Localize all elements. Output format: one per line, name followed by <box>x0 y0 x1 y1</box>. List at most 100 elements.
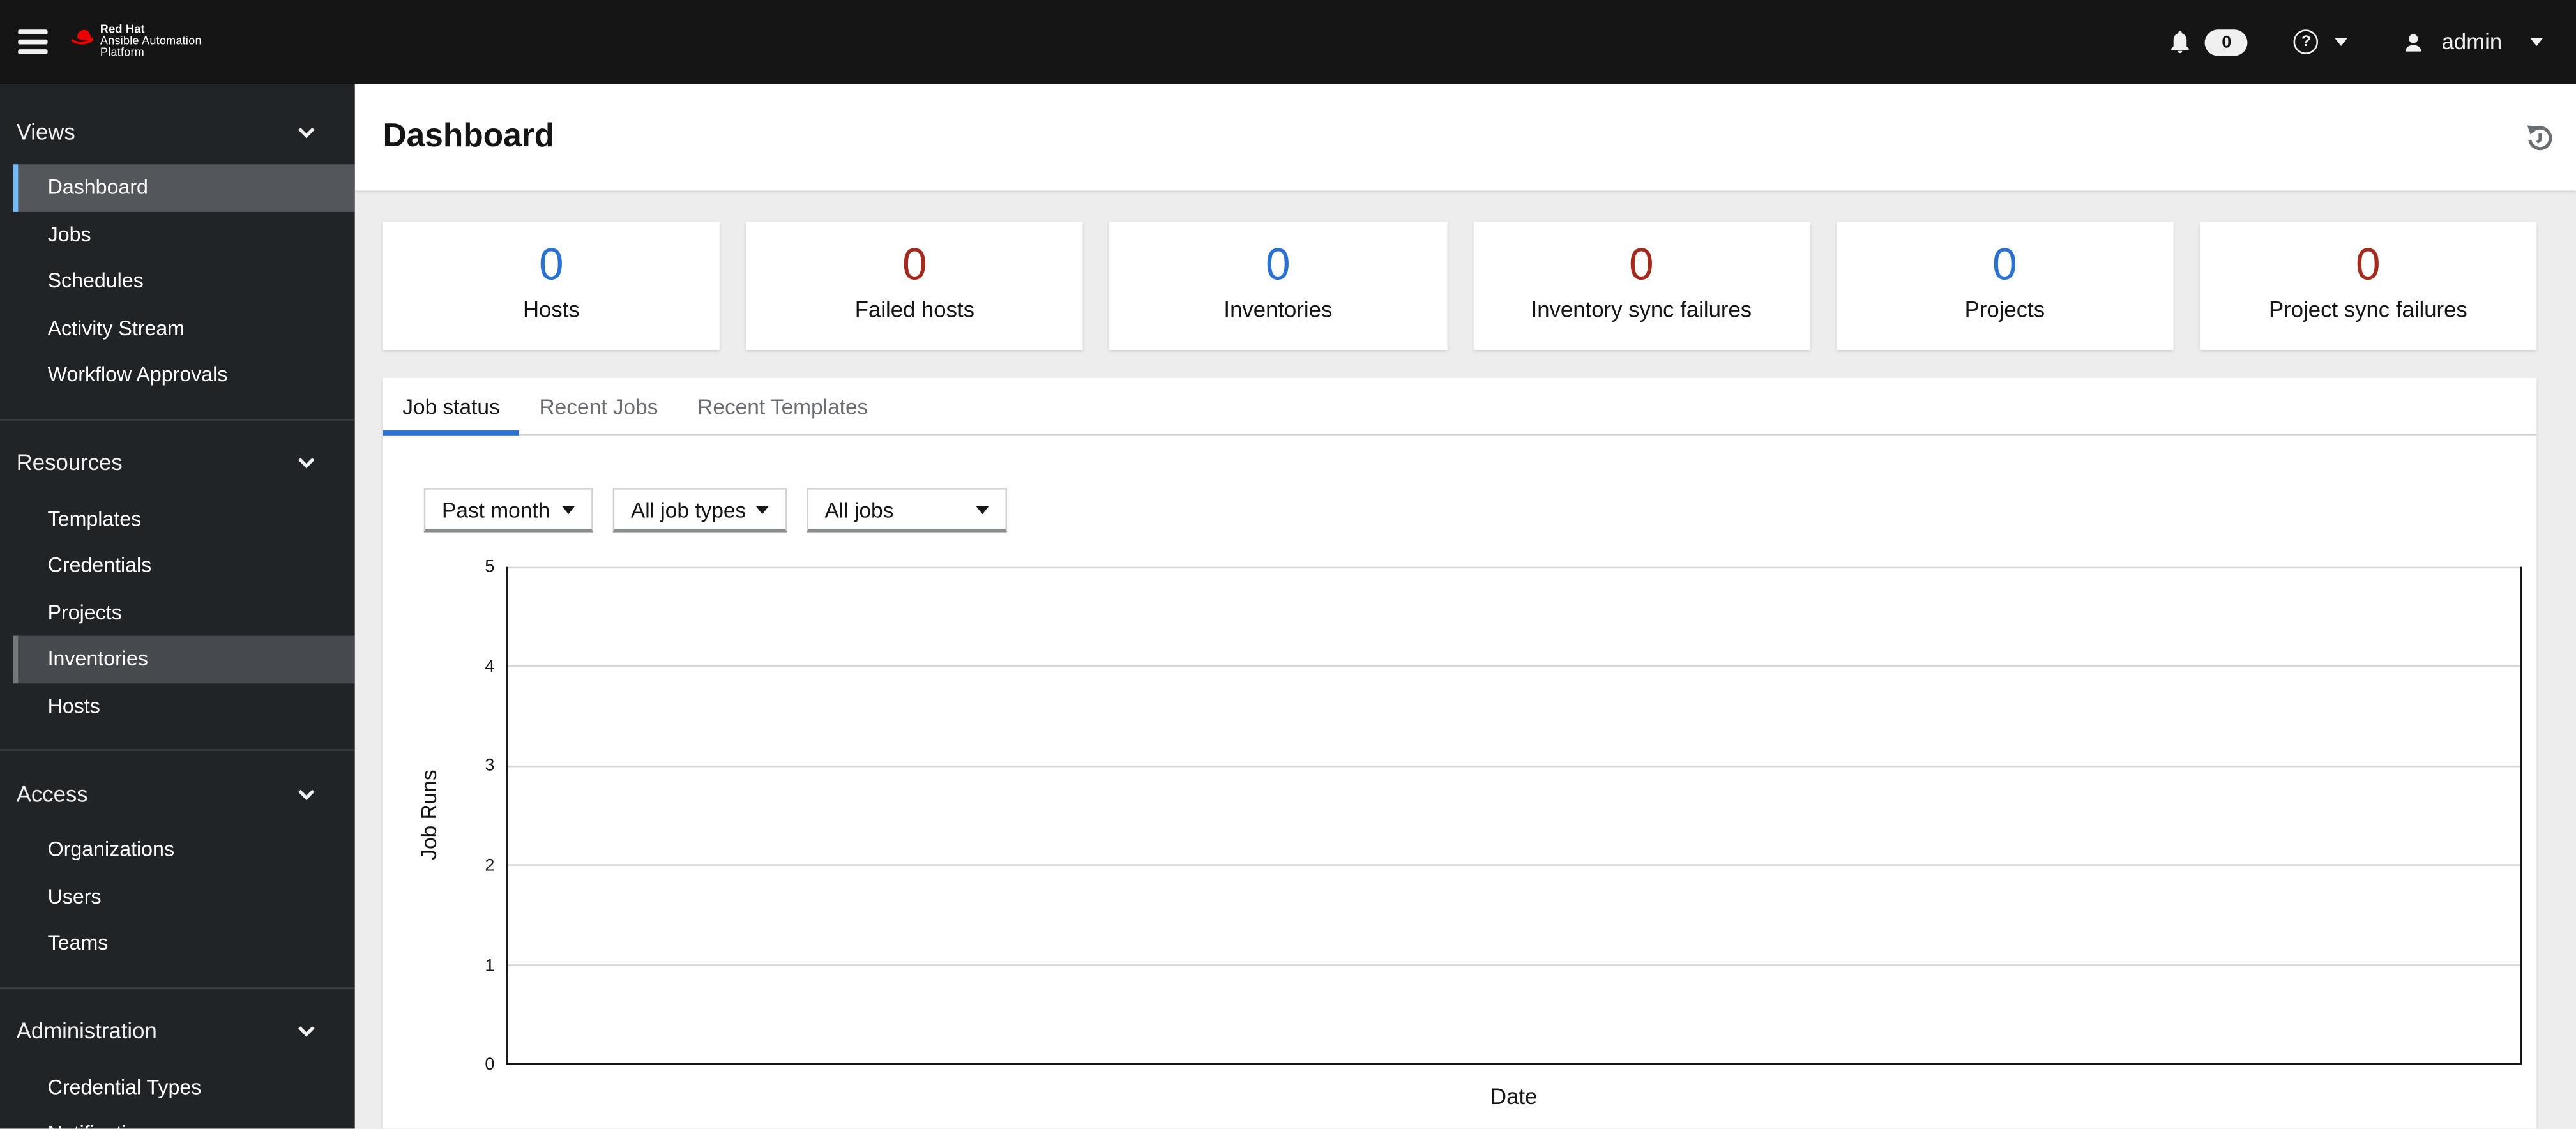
masthead: Red Hat Ansible Automation Platform 0 ? … <box>0 0 2576 84</box>
card-projects: 0 Projects <box>1836 222 2174 350</box>
app-window: Red Hat Ansible Automation Platform 0 ? … <box>0 0 2576 1129</box>
sidebar-item-credentials[interactable]: Credentials <box>13 542 355 589</box>
nav-group-views-items: Dashboard Jobs Schedules Activity Stream… <box>0 164 355 398</box>
job-runs-chart: Job Runs 5 4 3 2 1 0 Date <box>383 557 2536 1129</box>
card-label: Failed hosts <box>854 297 975 322</box>
summary-cards: 0 Hosts 0 Failed hosts 0 Inventories 0 I… <box>383 222 2537 350</box>
y-tick: 2 <box>485 856 495 876</box>
sidebar-item-activity-stream[interactable]: Activity Stream <box>13 305 355 351</box>
gridline <box>507 864 2520 867</box>
sidebar-item-workflow-approvals[interactable]: Workflow Approvals <box>13 352 355 398</box>
chevron-down-icon <box>298 1020 315 1037</box>
sidebar-nav: Views Dashboard Jobs Schedules Activity … <box>0 84 355 1129</box>
current-user-name[interactable]: admin <box>2442 29 2503 54</box>
nav-group-administration-items: Credential Types Notifications <box>0 1064 355 1129</box>
nav-group-resources-label: Resources <box>16 450 123 475</box>
tab-recent-templates[interactable]: Recent Templates <box>678 378 888 436</box>
nav-group-access-items: Organizations Users Teams <box>0 826 355 967</box>
user-dropdown-caret-icon[interactable] <box>2529 38 2543 47</box>
nav-group-access-label: Access <box>16 781 88 806</box>
page-header: Dashboard <box>354 84 2576 191</box>
sidebar-item-jobs[interactable]: Jobs <box>13 211 355 258</box>
chart-plot-area <box>506 566 2522 1065</box>
job-type-select[interactable]: All job types <box>612 488 787 533</box>
nav-group-administration-label: Administration <box>16 1019 157 1043</box>
sidebar-item-templates[interactable]: Templates <box>13 496 355 542</box>
y-tick: 1 <box>485 956 495 976</box>
inventory-sync-failures-count-link[interactable]: 0 <box>1473 242 1810 287</box>
job-type-select-value: All job types <box>630 497 746 522</box>
gridline <box>507 964 2520 966</box>
card-label: Project sync failures <box>2269 297 2467 322</box>
tab-recent-jobs[interactable]: Recent Jobs <box>520 378 678 436</box>
sidebar-item-notifications[interactable]: Notifications <box>13 1110 355 1129</box>
job-filter-select[interactable]: All jobs <box>807 488 1008 533</box>
card-label: Inventories <box>1224 297 1333 322</box>
tab-job-status[interactable]: Job status <box>383 378 520 436</box>
sidebar-item-schedules[interactable]: Schedules <box>13 258 355 305</box>
nav-divider <box>0 986 355 989</box>
page-title: Dashboard <box>383 118 555 155</box>
project-sync-failures-count-link[interactable]: 0 <box>2199 242 2536 287</box>
sidebar-item-dashboard[interactable]: Dashboard <box>13 164 355 211</box>
y-tick: 0 <box>485 1054 495 1075</box>
chevron-down-icon <box>298 121 315 137</box>
sidebar-item-credential-types[interactable]: Credential Types <box>13 1064 355 1110</box>
chart-x-axis-label: Date <box>1490 1084 1538 1109</box>
card-project-sync-failures: 0 Project sync failures <box>2199 222 2537 350</box>
notifications-count-badge: 0 <box>2205 29 2248 56</box>
nav-group-access[interactable]: Access <box>0 774 355 814</box>
sidebar-item-hosts[interactable]: Hosts <box>13 683 355 729</box>
period-select-value: Past month <box>442 497 550 522</box>
card-label: Projects <box>1964 297 2045 322</box>
y-tick: 4 <box>485 657 495 677</box>
brand-logo: Red Hat Ansible Automation Platform <box>71 24 202 60</box>
nav-group-resources-items: Templates Credentials Projects Inventori… <box>0 496 355 730</box>
nav-group-administration[interactable]: Administration <box>0 1011 355 1050</box>
sidebar-item-teams[interactable]: Teams <box>13 920 355 967</box>
chevron-down-icon <box>298 451 315 469</box>
main-area: Dashboard 0 Hosts 0 Failed hosts 0 Inven… <box>354 84 2576 1129</box>
chevron-down-icon <box>976 505 989 513</box>
sidebar-item-organizations[interactable]: Organizations <box>13 826 355 873</box>
job-filter-select-value: All jobs <box>824 497 894 522</box>
dashboard-content: 0 Hosts 0 Failed hosts 0 Inventories 0 I… <box>355 190 2576 1129</box>
period-select[interactable]: Past month <box>423 488 593 533</box>
help-dropdown-caret-icon[interactable] <box>2335 38 2348 47</box>
nav-group-views-label: Views <box>16 119 75 144</box>
nav-group-resources[interactable]: Resources <box>0 443 355 482</box>
gridline <box>507 566 2520 569</box>
failed-hosts-count-link[interactable]: 0 <box>746 242 1083 287</box>
chevron-down-icon <box>561 505 575 513</box>
help-icon[interactable]: ? <box>2294 29 2319 54</box>
sidebar-item-users[interactable]: Users <box>13 873 355 920</box>
chart-filters: Past month All job types All jobs <box>423 488 2536 533</box>
nav-divider <box>0 749 355 751</box>
brand-line1: Red Hat <box>100 24 145 36</box>
sidebar-item-inventories[interactable]: Inventories <box>13 635 355 683</box>
brand-text: Red Hat Ansible Automation Platform <box>100 24 202 60</box>
gridline <box>507 665 2520 668</box>
inventories-count-link[interactable]: 0 <box>1109 242 1446 287</box>
nav-toggle-hamburger-icon[interactable] <box>18 26 48 57</box>
chevron-down-icon <box>755 505 769 513</box>
brand-line2: Ansible Automation <box>100 36 202 48</box>
refresh-history-icon[interactable] <box>2525 123 2554 152</box>
hosts-count-link[interactable]: 0 <box>383 242 720 287</box>
card-failed-hosts: 0 Failed hosts <box>746 222 1084 350</box>
job-status-panel: Job status Recent Jobs Recent Templates … <box>383 377 2537 1129</box>
panel-tabs: Job status Recent Jobs Recent Templates <box>383 378 2537 436</box>
projects-count-link[interactable]: 0 <box>1836 242 2173 287</box>
masthead-toolbar: 0 ? admin <box>2167 28 2543 56</box>
sidebar-item-projects[interactable]: Projects <box>13 589 355 635</box>
brand-line3: Platform <box>100 47 145 59</box>
nav-group-views[interactable]: Views <box>0 112 355 151</box>
notifications-bell-icon[interactable] <box>2167 28 2193 56</box>
y-tick: 5 <box>485 557 495 577</box>
redhat-fedora-icon <box>71 24 94 54</box>
card-label: Inventory sync failures <box>1531 297 1752 322</box>
y-tick: 3 <box>485 755 495 776</box>
gridline <box>507 765 2520 767</box>
card-inventory-sync-failures: 0 Inventory sync failures <box>1473 222 1810 350</box>
card-inventories: 0 Inventories <box>1109 222 1447 350</box>
